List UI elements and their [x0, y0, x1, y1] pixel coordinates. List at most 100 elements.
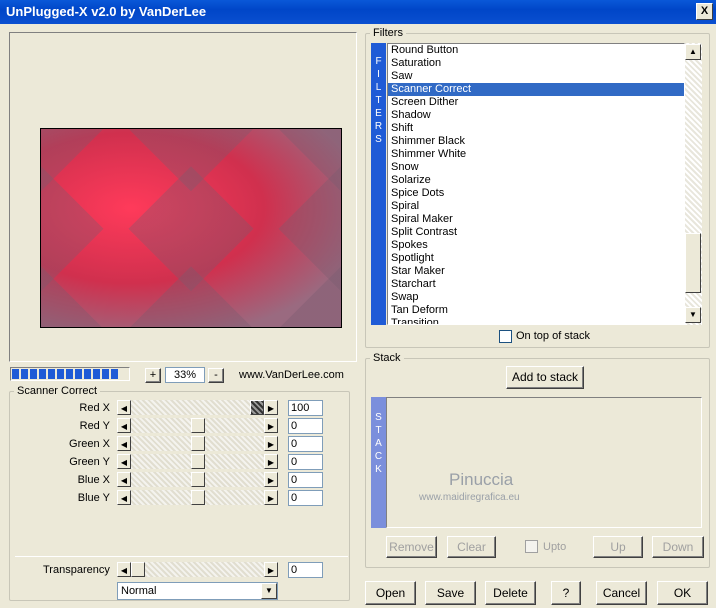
close-button[interactable]: X: [696, 3, 713, 20]
transparency-label: Transparency: [43, 564, 110, 576]
vanderlee-link[interactable]: www.VanDerLee.com: [239, 369, 344, 381]
progress-block: [39, 369, 46, 379]
slider-right-arrow[interactable]: ▶: [264, 436, 278, 451]
cancel-button[interactable]: Cancel: [596, 581, 647, 605]
filter-list-item[interactable]: Solarize: [388, 174, 684, 187]
zoom-in-button[interactable]: +: [145, 368, 161, 383]
filter-scrollbar[interactable]: ▲ ▼: [685, 43, 702, 325]
progress-block: [57, 369, 64, 379]
filter-list-item[interactable]: Saturation: [388, 57, 684, 70]
progress-block: [12, 369, 19, 379]
filters-title: Filters: [370, 27, 406, 39]
filter-list-item[interactable]: Starchart: [388, 278, 684, 291]
filter-list[interactable]: Round Button Saturation Saw Scanner Correct…: [387, 43, 685, 325]
filter-list-item[interactable]: Saw: [388, 70, 684, 83]
slider-value[interactable]: 100: [288, 400, 323, 416]
save-button[interactable]: Save: [425, 581, 476, 605]
divider: [15, 556, 348, 557]
progress-block: [48, 369, 55, 379]
ok-button[interactable]: OK: [657, 581, 708, 605]
slider-label: Red X: [79, 402, 110, 414]
blend-mode-select[interactable]: Normal ▼: [117, 582, 278, 600]
slider-label: Green X: [69, 438, 110, 450]
slider-thumb[interactable]: [191, 418, 205, 433]
transparency-thumb[interactable]: [131, 562, 145, 577]
slider-value[interactable]: 0: [288, 418, 323, 434]
filter-list-item[interactable]: Split Contrast: [388, 226, 684, 239]
scroll-up-arrow[interactable]: ▲: [685, 44, 701, 60]
chevron-down-icon[interactable]: ▼: [261, 583, 277, 599]
slider-track[interactable]: [131, 400, 264, 415]
progress-block: [75, 369, 82, 379]
filter-list-item[interactable]: Shadow: [388, 109, 684, 122]
scroll-down-arrow[interactable]: ▼: [685, 307, 701, 323]
slider-track[interactable]: [131, 418, 264, 433]
down-button[interactable]: Down: [652, 536, 704, 558]
on-top-checkbox[interactable]: [499, 330, 512, 343]
help-button[interactable]: ?: [551, 581, 581, 605]
strip-letter: F: [375, 56, 382, 67]
slider-left-arrow[interactable]: ◀: [117, 472, 131, 487]
up-button[interactable]: Up: [593, 536, 643, 558]
slider-value[interactable]: 0: [288, 472, 323, 488]
scroll-thumb[interactable]: [685, 233, 701, 293]
filter-list-item[interactable]: Screen Dither: [388, 96, 684, 109]
preview-panel: [9, 32, 357, 362]
remove-button[interactable]: Remove: [386, 536, 437, 558]
slider-track[interactable]: [131, 454, 264, 469]
transparency-track[interactable]: [131, 562, 264, 577]
upto-checkbox[interactable]: [525, 540, 538, 553]
filter-list-item[interactable]: Snow: [388, 161, 684, 174]
filter-list-item[interactable]: Star Maker: [388, 265, 684, 278]
slider-thumb[interactable]: [191, 472, 205, 487]
progress-block: [66, 369, 73, 379]
slider-right-arrow[interactable]: ▶: [264, 472, 278, 487]
filter-list-item[interactable]: Transition: [388, 317, 684, 324]
clear-button[interactable]: Clear: [447, 536, 496, 558]
transparency-right-arrow[interactable]: ▶: [264, 562, 278, 577]
add-to-stack-button[interactable]: Add to stack: [506, 366, 584, 389]
filter-list-item[interactable]: Shift: [388, 122, 684, 135]
slider-value[interactable]: 0: [288, 454, 323, 470]
transparency-left-arrow[interactable]: ◀: [117, 562, 131, 577]
slider-track[interactable]: [131, 436, 264, 451]
slider-right-arrow[interactable]: ▶: [264, 400, 278, 415]
slider-left-arrow[interactable]: ◀: [117, 400, 131, 415]
slider-right-arrow[interactable]: ▶: [264, 490, 278, 505]
zoom-out-button[interactable]: -: [208, 368, 224, 383]
slider-value[interactable]: 0: [288, 436, 323, 452]
filter-list-item[interactable]: Spice Dots: [388, 187, 684, 200]
progress-bar: [10, 367, 130, 381]
on-top-label: On top of stack: [516, 330, 590, 342]
open-button[interactable]: Open: [365, 581, 416, 605]
filter-list-item[interactable]: Round Button: [388, 44, 684, 57]
progress-block: [111, 369, 118, 379]
filter-list-item[interactable]: Shimmer Black: [388, 135, 684, 148]
delete-button[interactable]: Delete: [485, 581, 536, 605]
transparency-value[interactable]: 0: [288, 562, 323, 578]
slider-left-arrow[interactable]: ◀: [117, 490, 131, 505]
filter-list-item[interactable]: Spiral Maker: [388, 213, 684, 226]
filter-list-item[interactable]: Tan Deform: [388, 304, 684, 317]
stack-strip: STACK: [371, 397, 386, 528]
filter-list-item[interactable]: Scanner Correct: [388, 83, 684, 96]
slider-left-arrow[interactable]: ◀: [117, 436, 131, 451]
slider-thumb[interactable]: [250, 400, 264, 415]
slider-track[interactable]: [131, 490, 264, 505]
slider-thumb[interactable]: [191, 436, 205, 451]
slider-left-arrow[interactable]: ◀: [117, 418, 131, 433]
slider-track[interactable]: [131, 472, 264, 487]
slider-thumb[interactable]: [191, 454, 205, 469]
slider-right-arrow[interactable]: ▶: [264, 418, 278, 433]
filter-list-item[interactable]: Spokes: [388, 239, 684, 252]
slider-value[interactable]: 0: [288, 490, 323, 506]
slider-thumb[interactable]: [191, 490, 205, 505]
watermark-name: Pinuccia: [449, 470, 514, 489]
filter-list-item[interactable]: Spiral: [388, 200, 684, 213]
stack-list[interactable]: Pinuccia www.maidiregrafica.eu: [386, 397, 702, 528]
filter-list-item[interactable]: Shimmer White: [388, 148, 684, 161]
slider-right-arrow[interactable]: ▶: [264, 454, 278, 469]
slider-left-arrow[interactable]: ◀: [117, 454, 131, 469]
filter-list-item[interactable]: Swap: [388, 291, 684, 304]
filter-list-item[interactable]: Spotlight: [388, 252, 684, 265]
